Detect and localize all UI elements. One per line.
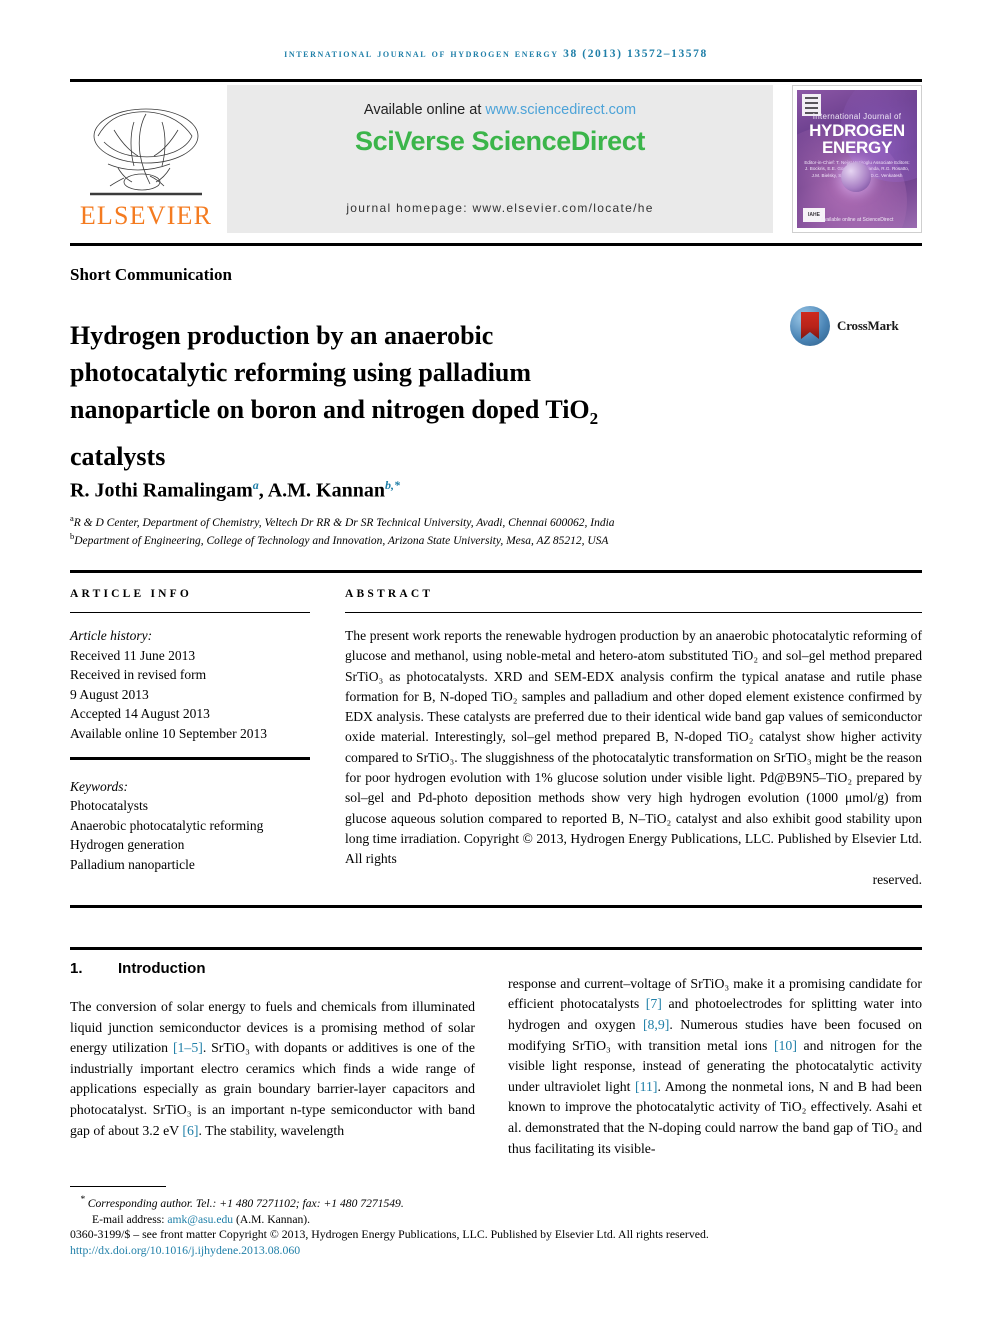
available-online-prefix: Available online at bbox=[363, 102, 486, 118]
citation-ref-8-9[interactable]: [8,9] bbox=[643, 1017, 669, 1032]
journal-cover-art: International Journal of HYDROGEN ENERGY… bbox=[797, 90, 917, 228]
paper-page: International Journal of Hydrogen Energy… bbox=[0, 0, 992, 1323]
article-history-label: Article history: bbox=[70, 628, 153, 643]
section-number: 1. bbox=[70, 960, 83, 977]
cover-title-main: HYDROGEN ENERGY bbox=[797, 122, 917, 156]
affiliation-b-text: Department of Engineering, College of Te… bbox=[74, 534, 609, 547]
affiliation-a: aR & D Center, Department of Chemistry, … bbox=[70, 513, 922, 529]
author-1-name: R. Jothi Ramalingam bbox=[70, 479, 253, 502]
citation-ref-6[interactable]: [6] bbox=[182, 1123, 198, 1138]
running-head: International Journal of Hydrogen Energy… bbox=[284, 48, 708, 60]
article-history: Article history: Received 11 June 2013 R… bbox=[70, 626, 310, 743]
crossmark-label: CrossMark bbox=[837, 318, 899, 333]
masthead-bottom-rule bbox=[70, 243, 922, 246]
section-heading-introduction: 1. Introduction bbox=[70, 960, 475, 977]
masthead: ELSEVIER Available online at www.science… bbox=[70, 85, 922, 233]
sciencedirect-url-link[interactable]: www.sciencedirect.com bbox=[485, 102, 636, 118]
citation-ref-1-5[interactable]: [1–5] bbox=[173, 1040, 203, 1055]
email-link[interactable]: amk@asu.edu bbox=[167, 1213, 233, 1226]
body-top-rule bbox=[70, 947, 922, 950]
abstract-text: The present work reports the renewable h… bbox=[345, 626, 922, 890]
header-rule bbox=[70, 79, 922, 82]
article-history-item: Accepted 14 August 2013 bbox=[70, 706, 210, 721]
cover-bottom-text: Available online at ScienceDirect bbox=[820, 217, 894, 223]
article-history-item: 9 August 2013 bbox=[70, 686, 149, 702]
author-2-name: A.M. Kannan bbox=[267, 479, 385, 502]
keyword-item: Photocatalysts bbox=[70, 798, 148, 813]
title-line-1: Hydrogen production by an anaerobic bbox=[70, 321, 494, 351]
abstract-block-bottom-rule bbox=[70, 905, 922, 908]
elsevier-wordmark: ELSEVIER bbox=[79, 201, 213, 230]
cover-title-small: International Journal of bbox=[812, 112, 902, 121]
sciencedirect-banner: Available online at www.sciencedirect.co… bbox=[227, 85, 773, 233]
keywords-top-rule bbox=[70, 757, 310, 760]
author-list: R. Jothi Ramalingama, A.M. Kannanb,* bbox=[70, 478, 922, 503]
email-label: E-mail address: bbox=[92, 1213, 168, 1227]
affiliation-b: bDepartment of Engineering, College of T… bbox=[70, 531, 922, 547]
footnote-block: * Corresponding author. Tel.: +1 480 727… bbox=[70, 1192, 922, 1229]
article-history-item: Available online 10 September 2013 bbox=[70, 725, 267, 741]
doi-link[interactable]: http://dx.doi.org/10.1016/j.ijhydene.201… bbox=[70, 1243, 300, 1258]
introduction-paragraph-right: response and current–voltage of SrTiO₃ m… bbox=[508, 974, 922, 1159]
title-subscript: 2 bbox=[589, 409, 599, 429]
body-column-left: 1. Introduction The conversion of solar e… bbox=[70, 960, 475, 1155]
title-line-2: photocatalytic reforming using palladium bbox=[70, 358, 532, 388]
keyword-item: Anaerobic photocatalytic reforming bbox=[70, 817, 264, 833]
cover-sphere-graphic bbox=[841, 162, 871, 192]
author-2-affil-mark[interactable]: b,* bbox=[385, 478, 400, 492]
crossmark-badge[interactable]: CrossMark bbox=[790, 305, 914, 347]
article-type: Short Communication bbox=[70, 265, 232, 284]
title-line-4: catalysts bbox=[70, 441, 166, 471]
journal-homepage-line: journal homepage: www.elsevier.com/locat… bbox=[346, 201, 654, 215]
crossmark-icon bbox=[790, 306, 830, 346]
keywords-label: Keywords: bbox=[70, 778, 128, 794]
introduction-paragraph-left: The conversion of solar energy to fuels … bbox=[70, 997, 475, 1141]
issn-copyright-line: 0360-3199/$ – see front matter Copyright… bbox=[70, 1227, 709, 1241]
abstract-heading: ABSTRACT bbox=[345, 588, 434, 600]
title-line-3: nanoparticle on boron and nitrogen doped… bbox=[70, 395, 590, 425]
citation-ref-7[interactable]: [7] bbox=[646, 996, 662, 1011]
corresponding-author-note: * Corresponding author. Tel.: +1 480 727… bbox=[70, 1192, 922, 1212]
abstract-body: The present work reports the renewable h… bbox=[345, 628, 922, 846]
cover-title-line3: ENERGY bbox=[822, 138, 892, 157]
elsevier-logo: ELSEVIER bbox=[70, 85, 222, 233]
keywords-block: Keywords: Photocatalysts Anaerobic photo… bbox=[70, 777, 310, 875]
citation-ref-10[interactable]: [10] bbox=[774, 1038, 797, 1053]
article-info-block: ARTICLE INFO Article history: Received 1… bbox=[70, 588, 310, 874]
corresponding-author-mark: * bbox=[80, 1194, 85, 1205]
abstract-block-top-rule bbox=[70, 570, 922, 573]
keyword-item: Palladium nanoparticle bbox=[70, 856, 195, 872]
author-separator: , bbox=[258, 479, 268, 502]
section-title: Introduction bbox=[118, 960, 206, 977]
abstract-rule bbox=[345, 612, 922, 613]
footnote-rule bbox=[70, 1186, 166, 1187]
email-suffix: (A.M. Kannan). bbox=[233, 1213, 311, 1227]
article-history-item: Received in revised form bbox=[70, 667, 207, 682]
abstract-copyright-tail: reserved. bbox=[872, 871, 922, 887]
sciencedirect-logo: SciVerse ScienceDirect bbox=[355, 126, 645, 156]
intro-text-part-3: . The stability, wavelength bbox=[198, 1122, 345, 1138]
article-info-heading: ARTICLE INFO bbox=[70, 588, 193, 600]
keyword-item: Hydrogen generation bbox=[70, 837, 185, 852]
journal-cover-thumbnail[interactable]: International Journal of HYDROGEN ENERGY… bbox=[792, 85, 922, 233]
corresponding-author-text: Corresponding author. Tel.: +1 480 72711… bbox=[87, 1196, 404, 1210]
affiliation-a-text: R & D Center, Department of Chemistry, V… bbox=[73, 516, 615, 529]
page-title: Hydrogen production by an anaerobic phot… bbox=[70, 317, 670, 474]
body-column-right: response and current–voltage of SrTiO₃ m… bbox=[508, 960, 922, 1173]
abstract-block: ABSTRACT The present work reports the re… bbox=[345, 588, 922, 890]
citation-ref-11[interactable]: [11] bbox=[635, 1079, 657, 1094]
available-online-line: Available online at www.sciencedirect.co… bbox=[227, 102, 773, 118]
elsevier-tree-icon bbox=[90, 108, 202, 196]
article-info-rule bbox=[70, 612, 310, 613]
article-history-item: Received 11 June 2013 bbox=[70, 647, 196, 663]
